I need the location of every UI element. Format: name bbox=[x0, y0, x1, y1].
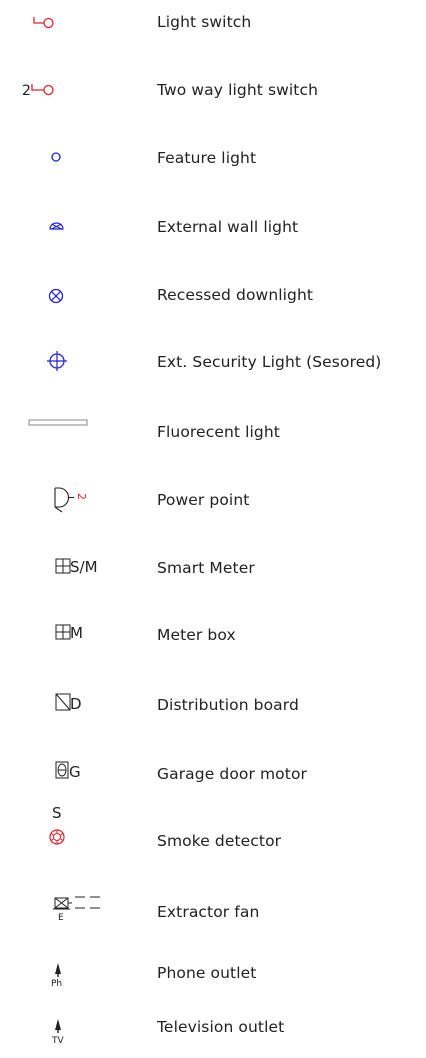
legend-row-feature-light: Feature light bbox=[0, 142, 426, 182]
light-switch-icon bbox=[0, 6, 130, 46]
legend-label: Extractor fan bbox=[157, 903, 260, 921]
legend-row-meter-box: M Meter box bbox=[0, 619, 426, 659]
legend-row-security-light: Ext. Security Light (Sesored) bbox=[0, 346, 426, 386]
recessed-downlight-icon bbox=[0, 279, 130, 319]
legend-row-fluorescent-light: Fluorecent light bbox=[0, 416, 426, 456]
legend-label: Fluorecent light bbox=[157, 423, 280, 441]
garage-door-motor-icon: G bbox=[0, 758, 130, 798]
legend-label: External wall light bbox=[157, 218, 299, 236]
symbol-text: S/M bbox=[70, 558, 98, 576]
meter-box-icon: M bbox=[0, 619, 130, 659]
legend-label: Two way light switch bbox=[157, 81, 319, 99]
symbol-text: E bbox=[58, 913, 64, 923]
legend-label: Phone outlet bbox=[157, 964, 257, 982]
electrical-legend: { "colors": { "red": "#e8222a", "blue": … bbox=[0, 0, 426, 1058]
legend-row-extractor-fan: E Extractor fan bbox=[0, 896, 426, 936]
television-outlet-icon: TV bbox=[0, 1015, 130, 1055]
legend-label: Smoke detector bbox=[157, 832, 282, 850]
legend-label: Garage door motor bbox=[157, 765, 308, 783]
legend-label: Power point bbox=[157, 491, 250, 509]
legend-row-light-switch: Light switch bbox=[0, 6, 426, 46]
two-way-light-switch-icon: 2 bbox=[0, 74, 130, 114]
phone-outlet-icon: Ph bbox=[0, 961, 130, 1001]
symbol-text: TV bbox=[52, 1036, 64, 1046]
smoke-detector-icon: S bbox=[0, 805, 130, 861]
symbol-text: G bbox=[69, 763, 81, 781]
legend-row-smart-meter: S/M Smart Meter bbox=[0, 552, 426, 592]
external-wall-light-icon bbox=[0, 211, 130, 251]
legend-row-power-point: 2 Power point bbox=[0, 484, 426, 524]
legend-label: Television outlet bbox=[157, 1018, 285, 1036]
extractor-fan-icon: E bbox=[0, 896, 130, 936]
symbol-text: D bbox=[70, 695, 82, 713]
legend-label: Distribution board bbox=[157, 696, 299, 714]
legend-label: Feature light bbox=[157, 149, 257, 167]
feature-light-icon bbox=[0, 142, 130, 182]
symbol-text: Ph bbox=[51, 979, 63, 989]
legend-row-phone-outlet: Ph Phone outlet bbox=[0, 961, 426, 1001]
legend-row-recessed-downlight: Recessed downlight bbox=[0, 279, 426, 319]
symbol-text: M bbox=[70, 624, 83, 642]
smart-meter-icon: S/M bbox=[0, 552, 130, 592]
legend-label: Light switch bbox=[157, 13, 252, 31]
legend-row-distribution-board: D Distribution board bbox=[0, 689, 426, 729]
legend-row-external-wall-light: External wall light bbox=[0, 211, 426, 251]
legend-row-two-way-light-switch: 2 Two way light switch bbox=[0, 74, 426, 114]
fluorescent-light-icon bbox=[0, 416, 130, 456]
legend-row-smoke-detector: S Smoke detector bbox=[0, 805, 426, 861]
power-point-icon: 2 bbox=[0, 484, 130, 524]
legend-label: Recessed downlight bbox=[157, 286, 314, 304]
legend-label: Ext. Security Light (Sesored) bbox=[157, 353, 382, 371]
symbol-text: S bbox=[52, 804, 62, 822]
legend-row-television-outlet: TV Television outlet bbox=[0, 1015, 426, 1055]
distribution-board-icon: D bbox=[0, 689, 130, 729]
legend-label: Meter box bbox=[157, 626, 236, 644]
legend-row-garage-door-motor: G Garage door motor bbox=[0, 758, 426, 798]
legend-label: Smart Meter bbox=[157, 559, 255, 577]
security-light-icon bbox=[0, 346, 130, 386]
symbol-text: 2 bbox=[75, 493, 88, 500]
